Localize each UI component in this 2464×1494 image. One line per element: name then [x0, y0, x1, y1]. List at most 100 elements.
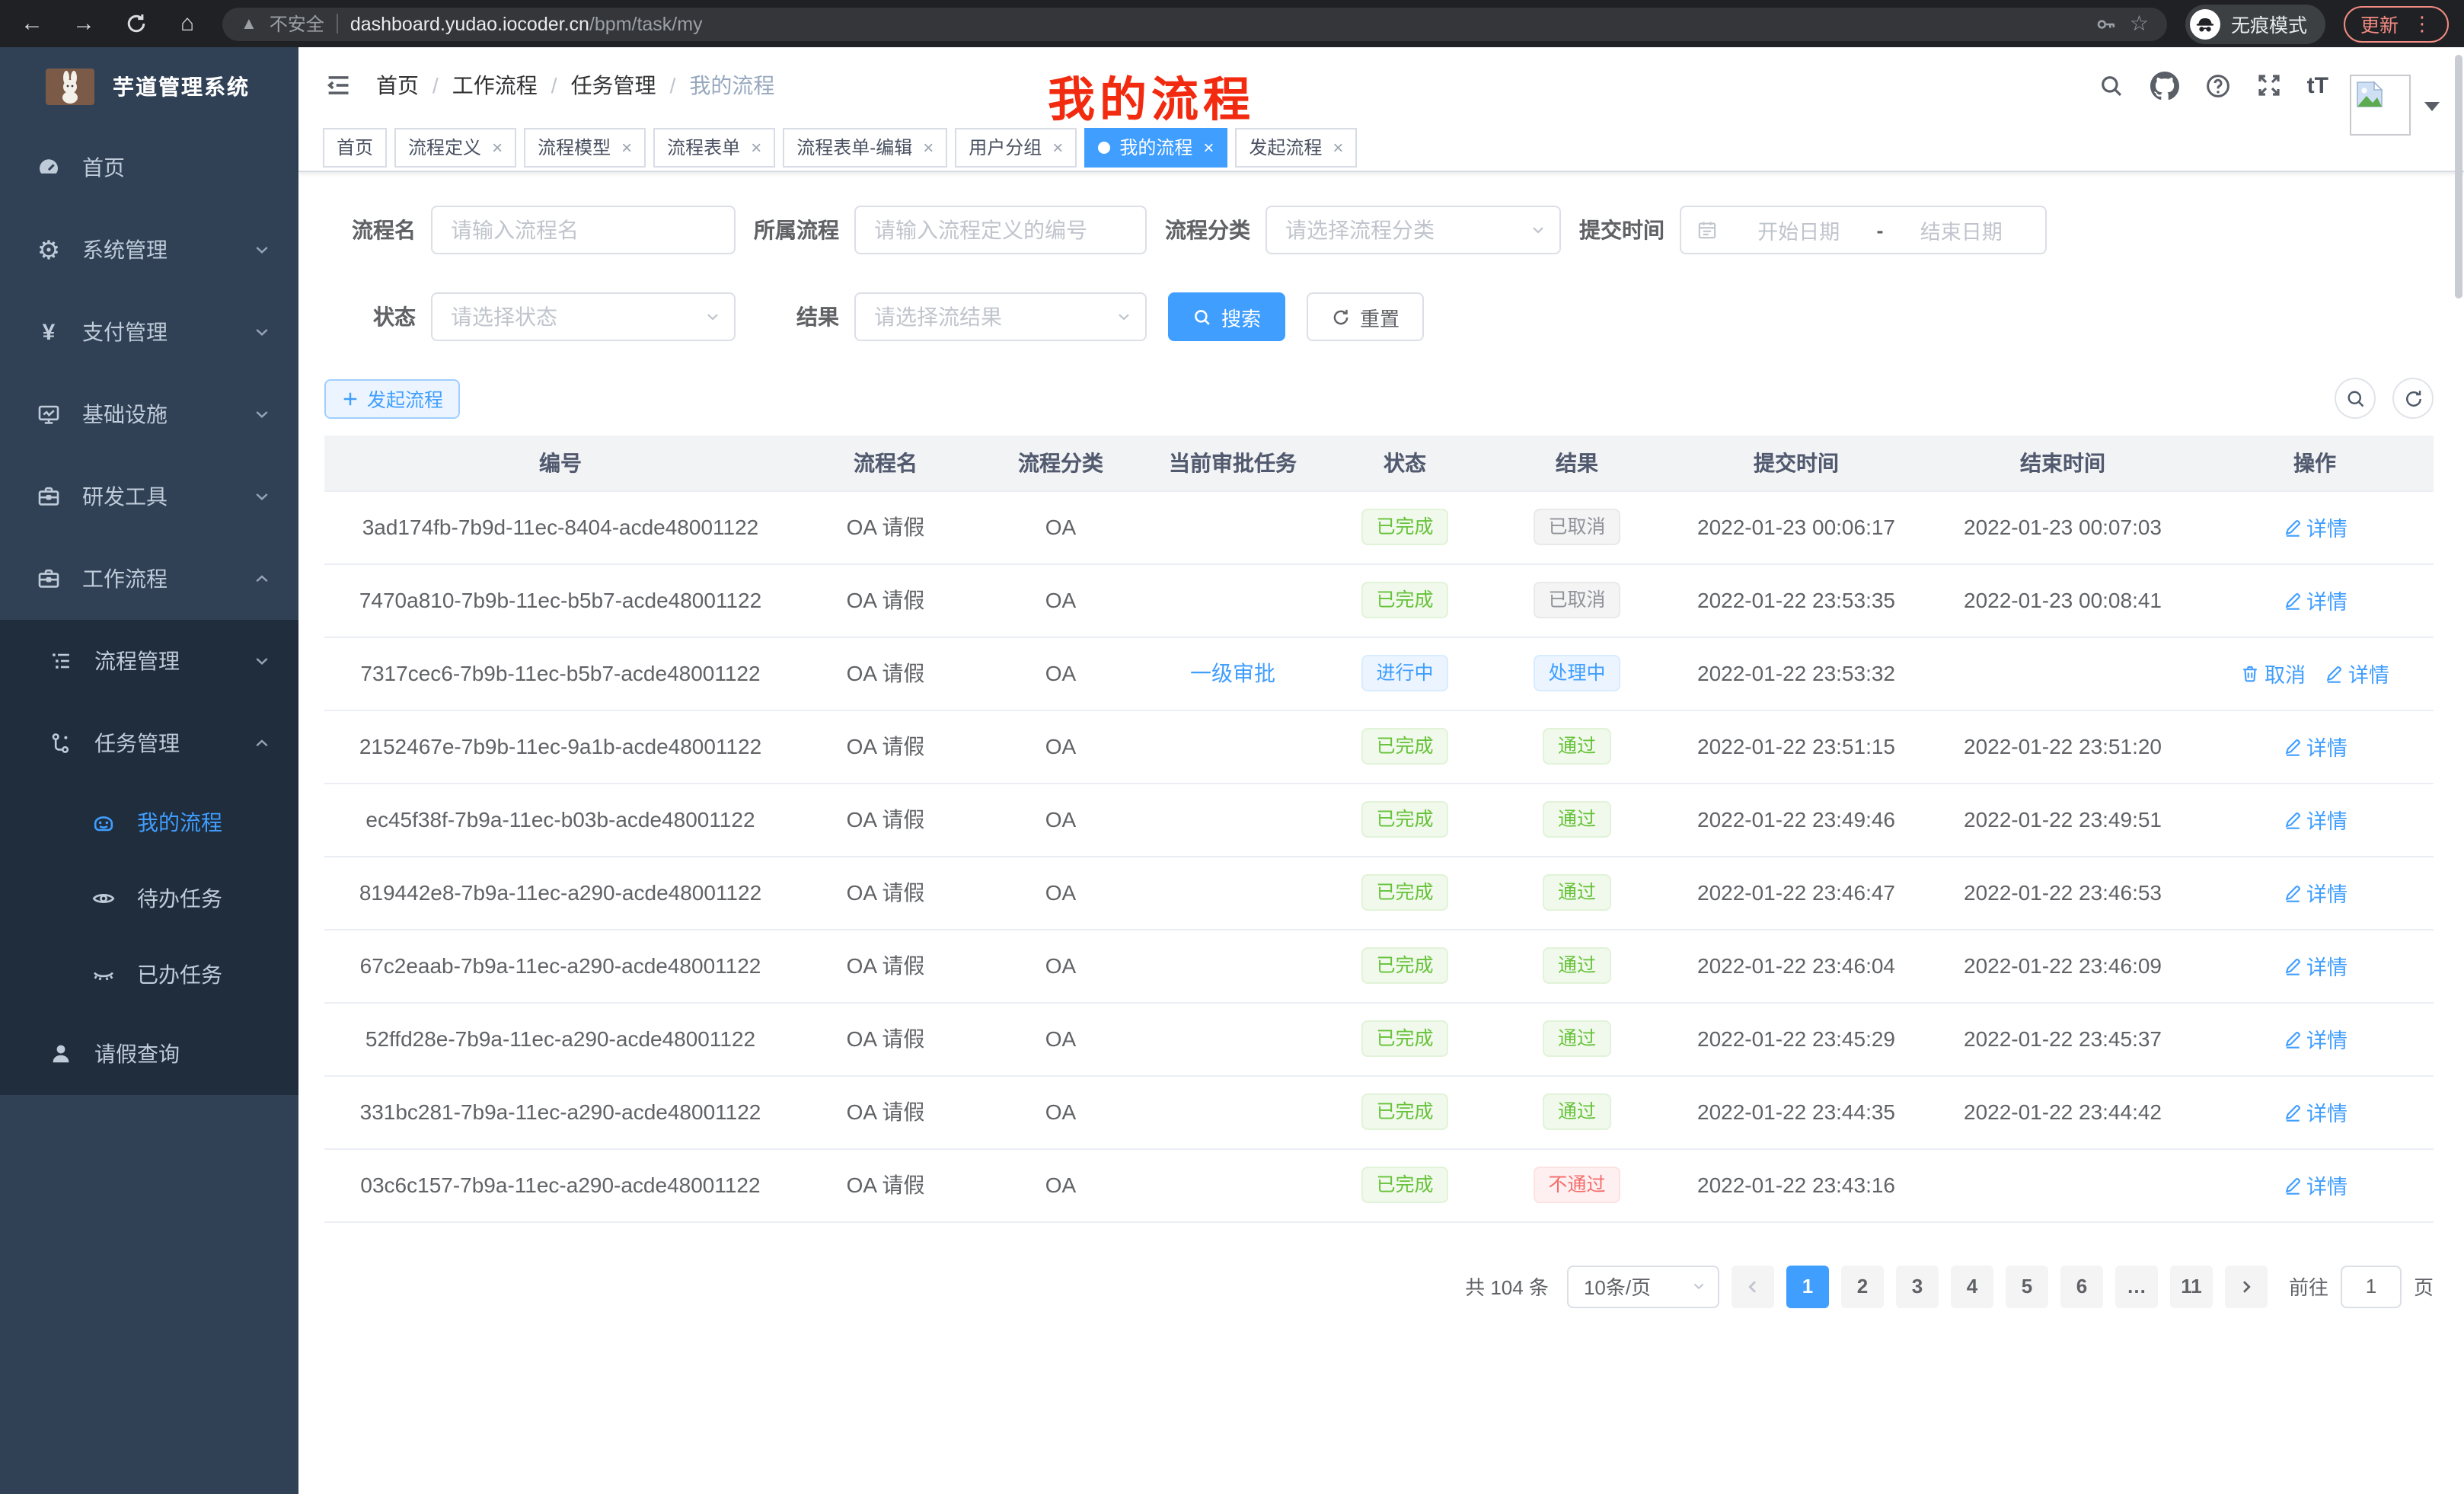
page-button-1[interactable]: 1 — [1786, 1265, 1829, 1307]
detail-link[interactable]: 详情 — [2282, 1023, 2348, 1054]
avatar-dropdown-caret[interactable] — [2424, 102, 2440, 111]
browser-menu-icon[interactable]: ⋮ — [2412, 11, 2432, 36]
tab-label: 流程定义 — [408, 134, 481, 160]
tab-process-form[interactable]: 流程表单 × — [653, 127, 775, 167]
detail-link[interactable]: 详情 — [2282, 731, 2348, 761]
prev-page-button[interactable] — [1732, 1265, 1774, 1307]
show-search-button[interactable] — [2335, 378, 2376, 419]
detail-link[interactable]: 详情 — [2282, 877, 2348, 908]
sidebar-item-todo-tasks[interactable]: 待办任务 — [0, 860, 298, 937]
sidebar-item-dev-tools[interactable]: 研发工具 — [0, 455, 298, 538]
tab-process-form-edit[interactable]: 流程表单-编辑× — [783, 127, 947, 167]
page-button-3[interactable]: 3 — [1896, 1265, 1939, 1307]
page-button-6[interactable]: 6 — [2060, 1265, 2103, 1307]
divider — [337, 14, 338, 34]
sidebar-item-task-management[interactable]: 任务管理 — [0, 702, 298, 784]
close-tab-icon[interactable]: × — [1203, 136, 1214, 158]
fullscreen-button[interactable] — [2257, 73, 2281, 97]
close-tab-icon[interactable]: × — [1333, 136, 1343, 158]
breadcrumb-item[interactable]: 首页 — [376, 70, 419, 101]
close-tab-icon[interactable]: × — [492, 136, 503, 158]
status-select[interactable]: 请选择状态 — [431, 292, 736, 341]
breadcrumb-item[interactable]: 工作流程 — [452, 70, 538, 101]
close-tab-icon[interactable]: × — [923, 136, 934, 158]
monitor-icon — [30, 402, 67, 426]
cell-name: OA 请假 — [796, 490, 975, 563]
detail-link[interactable]: 详情 — [2282, 585, 2348, 615]
reset-button[interactable]: 重置 — [1307, 292, 1424, 341]
tab-user-group[interactable]: 用户分组× — [955, 127, 1077, 167]
refresh-table-button[interactable] — [2392, 378, 2434, 419]
table-row: 03c6c157-7b9a-11ec-a290-acde48001122OA 请… — [324, 1148, 2434, 1221]
detail-link[interactable]: 详情 — [2324, 658, 2389, 688]
detail-link[interactable]: 详情 — [2282, 804, 2348, 835]
sidebar-item-my-process[interactable]: 我的流程 — [0, 784, 298, 860]
sidebar-item-leave-query[interactable]: 请假查询 — [0, 1013, 298, 1095]
detail-link[interactable]: 详情 — [2282, 1097, 2348, 1127]
close-tab-icon[interactable]: × — [1052, 136, 1063, 158]
page-ellipsis[interactable]: … — [2115, 1265, 2158, 1307]
process-name-input[interactable] — [431, 206, 736, 254]
page-button-11[interactable]: 11 — [2170, 1265, 2213, 1307]
bookmark-star-icon[interactable]: ☆ — [2130, 11, 2149, 37]
sidebar-item-process-management[interactable]: 流程管理 — [0, 620, 298, 702]
submit-time-range-picker[interactable]: 开始日期 - 结束日期 — [1680, 206, 2047, 254]
page-scrollbar[interactable] — [2455, 55, 2462, 298]
page-button-5[interactable]: 5 — [2006, 1265, 2048, 1307]
next-page-button[interactable] — [2225, 1265, 2268, 1307]
github-link[interactable] — [2150, 71, 2179, 100]
collapse-sidebar-button[interactable] — [324, 72, 352, 99]
page-button-2[interactable]: 2 — [1841, 1265, 1884, 1307]
search-button[interactable]: 搜索 — [1168, 292, 1285, 341]
tab-process-definition[interactable]: 流程定义 × — [394, 127, 516, 167]
cell-end-time — [1929, 637, 2196, 710]
current-task-link[interactable]: 一级审批 — [1190, 661, 1275, 685]
detail-link[interactable]: 详情 — [2282, 1170, 2348, 1200]
sidebar-item-done-tasks[interactable]: 已办任务 — [0, 937, 298, 1013]
font-size-button[interactable]: tT — [2307, 72, 2328, 98]
cancel-link[interactable]: 取消 — [2240, 658, 2306, 688]
result-select[interactable]: 请选择流结果 — [854, 292, 1147, 341]
page-size-select[interactable]: 10条/页 — [1567, 1265, 1719, 1307]
app-logo-row[interactable]: 芋道管理系统 — [0, 47, 298, 126]
chevron-down-icon — [253, 405, 271, 423]
help-button[interactable] — [2205, 72, 2231, 98]
start-process-button[interactable]: 发起流程 — [324, 378, 460, 418]
page-button-4[interactable]: 4 — [1951, 1265, 1993, 1307]
close-tab-icon[interactable]: × — [751, 136, 761, 158]
calendar-icon — [1696, 219, 1718, 241]
address-bar[interactable]: ▲ 不安全 dashboard.yudao.iocoder.cn/bpm/tas… — [222, 7, 2167, 40]
browser-forward-button[interactable]: → — [67, 7, 101, 40]
password-key-icon[interactable] — [2096, 13, 2118, 34]
tab-process-model[interactable]: 流程模型× — [524, 127, 646, 167]
browser-back-button[interactable]: ← — [15, 7, 49, 40]
edit-icon — [2282, 1102, 2302, 1122]
column-header: 编号 — [324, 436, 796, 490]
detail-link[interactable]: 详情 — [2282, 950, 2348, 981]
cell-end-time: 2022-01-22 23:45:37 — [1929, 1002, 2196, 1075]
browser-update-button[interactable]: 更新 ⋮ — [2344, 5, 2449, 42]
user-avatar[interactable] — [2350, 75, 2411, 136]
close-tab-icon[interactable]: × — [621, 136, 632, 158]
browser-home-button[interactable]: ⌂ — [171, 7, 204, 40]
cell-end-time: 2022-01-22 23:46:09 — [1929, 929, 2196, 1002]
header-search-button[interactable] — [2099, 72, 2124, 98]
app-title: 芋道管理系统 — [113, 72, 250, 102]
process-definition-input[interactable] — [854, 206, 1147, 254]
tab-label: 流程表单 — [667, 134, 740, 160]
sidebar-item-home[interactable]: 首页 — [0, 126, 298, 209]
breadcrumb-item[interactable]: 任务管理 — [571, 70, 656, 101]
goto-page-input[interactable] — [2341, 1265, 2402, 1307]
tab-home[interactable]: 首页 — [323, 127, 387, 167]
status-badge: 通过 — [1543, 1020, 1611, 1057]
sidebar-item-payment-management[interactable]: ¥支付管理 — [0, 291, 298, 373]
tab-my-process[interactable]: 我的流程× — [1084, 127, 1227, 167]
browser-reload-button[interactable] — [119, 7, 152, 40]
sidebar-item-system-management[interactable]: ⚙系统管理 — [0, 209, 298, 291]
tab-start-process[interactable]: 发起流程× — [1235, 127, 1357, 167]
detail-link[interactable]: 详情 — [2282, 512, 2348, 542]
category-select[interactable]: 请选择流程分类 — [1266, 206, 1561, 254]
sidebar-item-infrastructure[interactable]: 基础设施 — [0, 373, 298, 455]
cell-submit-time: 2022-01-22 23:53:35 — [1663, 563, 1929, 637]
sidebar-item-workflow[interactable]: 工作流程 — [0, 538, 298, 620]
